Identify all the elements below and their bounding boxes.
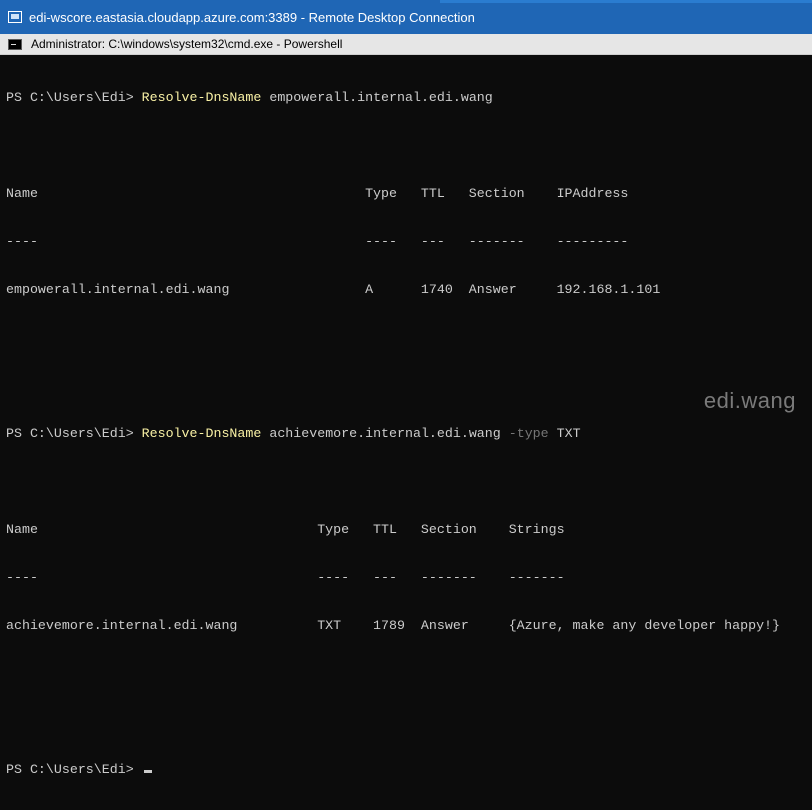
prompt: PS C:\Users\Edi> [6, 762, 142, 777]
cmdlet-name: Resolve-DnsName [141, 426, 262, 441]
table-separator: ---- ---- --- ------- ------- [6, 570, 565, 585]
console-output[interactable]: PS C:\Users\Edi> Resolve-DnsName empower… [6, 58, 806, 810]
table-header: Name Type TTL Section Strings [6, 522, 565, 537]
cmdlet-name: Resolve-DnsName [141, 90, 262, 105]
table-row: empowerall.internal.edi.wang A 1740 Answ… [6, 282, 661, 297]
command-line-3[interactable]: PS C:\Users\Edi> [6, 762, 806, 778]
cmd-window: Administrator: C:\windows\system32\cmd.e… [0, 34, 812, 777]
prompt: PS C:\Users\Edi> [6, 426, 142, 441]
cmdlet-args: achievemore.internal.edi.wang [261, 426, 509, 441]
watermark: edi.wang [703, 388, 796, 413]
rdp-window-title: edi-wscore.eastasia.cloudapp.azure.com:3… [29, 9, 475, 25]
cmdlet-parameter-value: TXT [548, 426, 581, 441]
console-icon [8, 38, 22, 50]
command-line-2: PS C:\Users\Edi> Resolve-DnsName achieve… [6, 426, 806, 442]
cmd-window-title: Administrator: C:\windows\system32\cmd.e… [31, 37, 343, 51]
rdp-title-bar[interactable]: edi-wscore.eastasia.cloudapp.azure.com:3… [0, 0, 812, 34]
cmd-title-bar[interactable]: Administrator: C:\windows\system32\cmd.e… [0, 34, 812, 55]
cmdlet-args: empowerall.internal.edi.wang [261, 90, 493, 105]
text-cursor [143, 770, 152, 773]
remote-desktop-icon [8, 11, 22, 23]
cmdlet-parameter: -type [508, 426, 549, 441]
table-row: achievemore.internal.edi.wang TXT 1789 A… [6, 618, 781, 633]
table-header: Name Type TTL Section IPAddress [6, 186, 629, 201]
prompt: PS C:\Users\Edi> [6, 90, 142, 105]
command-line-1: PS C:\Users\Edi> Resolve-DnsName empower… [6, 90, 806, 106]
table-separator: ---- ---- --- ------- --------- [6, 234, 629, 249]
rdp-connection-bar [440, 0, 812, 3]
